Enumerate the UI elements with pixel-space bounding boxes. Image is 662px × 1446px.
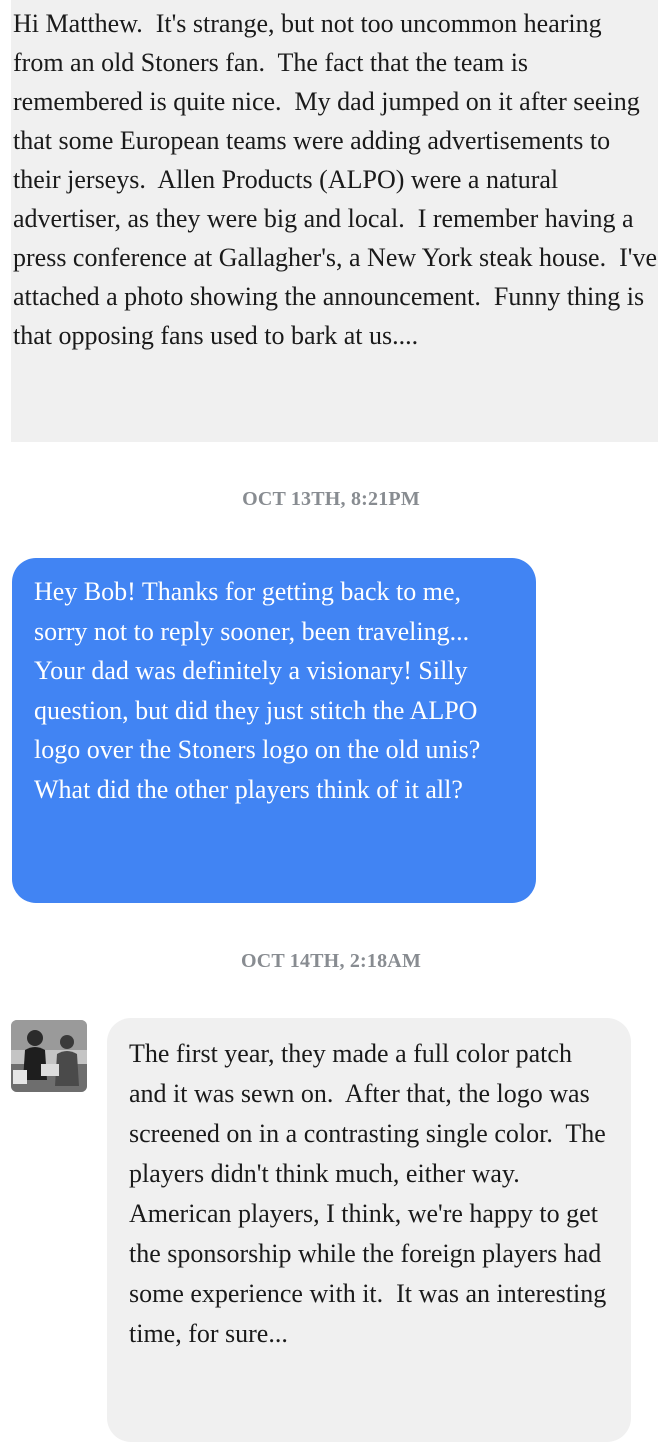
outgoing-message-text: Hey Bob! Thanks for getting back to me, … (34, 577, 487, 804)
avatar-photo-icon (11, 1020, 87, 1092)
incoming-message-bubble[interactable]: The first year, they made a full color p… (107, 1018, 631, 1442)
outgoing-message-bubble[interactable]: Hey Bob! Thanks for getting back to me, … (12, 558, 536, 903)
avatar[interactable] (11, 1020, 87, 1092)
timestamp: OCT 14TH, 2:18AM (240, 950, 422, 972)
timestamp: OCT 13TH, 8:21PM (242, 488, 420, 510)
quoted-message: Hi Matthew. It's strange, but not too un… (11, 0, 658, 442)
incoming-message-text: The first year, they made a full color p… (129, 1039, 613, 1348)
quoted-message-text: Hi Matthew. It's strange, but not too un… (13, 9, 657, 350)
